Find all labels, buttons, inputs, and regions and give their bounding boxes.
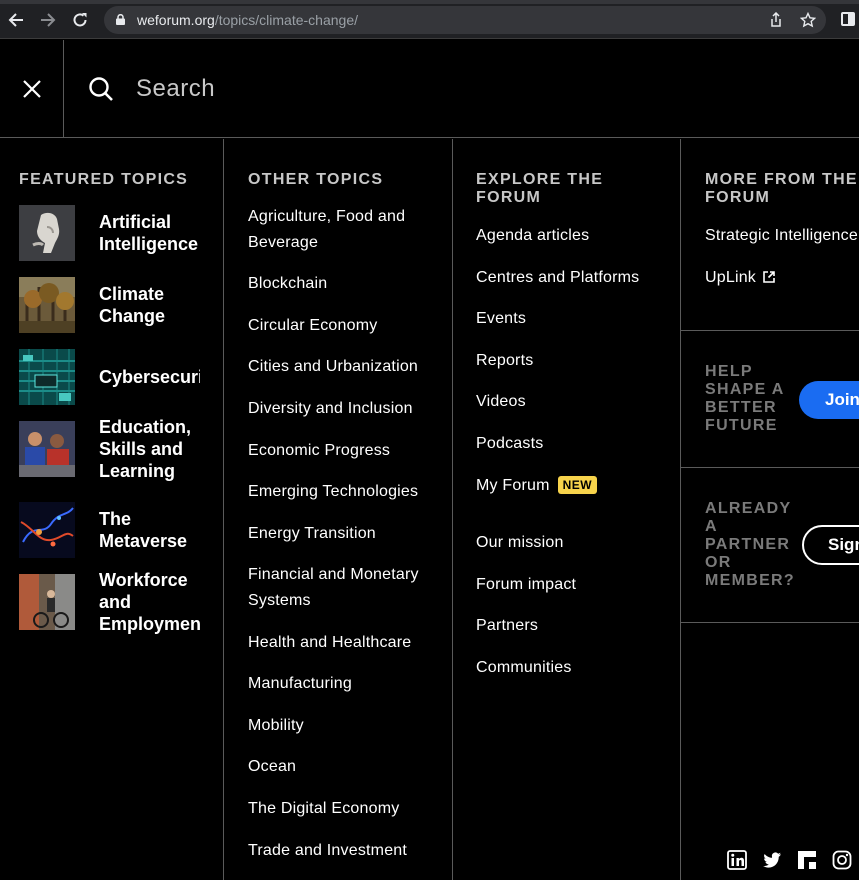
address-bar[interactable]: weforum.org/topics/climate-change/ <box>104 6 826 34</box>
abstract-lights-image <box>19 502 75 558</box>
linkedin-icon[interactable] <box>727 850 747 870</box>
close-icon <box>22 80 41 98</box>
tab-strip-edge <box>0 0 859 4</box>
explore-link[interactable]: Our mission <box>476 533 564 553</box>
featured-item-workforce[interactable]: Workforce and Employment <box>19 570 224 634</box>
explore-link[interactable]: Agenda articles <box>476 226 589 246</box>
uplink-link[interactable]: UpLink <box>705 268 775 288</box>
search-icon <box>89 77 113 101</box>
featured-item-label: Cybersecurity <box>99 367 200 387</box>
topic-link[interactable]: Mobility <box>248 713 448 739</box>
close-button[interactable] <box>0 40 64 138</box>
divider <box>681 330 859 331</box>
url-path: /topics/climate-change/ <box>214 12 358 28</box>
divider <box>681 467 859 468</box>
search-input[interactable] <box>136 70 736 108</box>
partner-heading: Already a partner or member? <box>705 500 795 589</box>
new-badge: NEW <box>557 476 598 494</box>
featured-item-label: The Metaverse <box>99 509 188 551</box>
featured-item-label: Climate Change <box>99 284 166 326</box>
featured-topics-heading: Featured Topics <box>19 171 189 188</box>
side-panel-icon[interactable] <box>841 12 855 26</box>
explore-forum-column: Explore the Forum Agenda articles Centre… <box>453 139 681 880</box>
topic-link[interactable]: The Digital Economy <box>248 796 448 822</box>
browser-toolbar: weforum.org/topics/climate-change/ <box>0 0 859 39</box>
external-link-icon <box>763 271 775 283</box>
topic-link[interactable]: Financial and Monetary Systems <box>248 562 448 614</box>
uplink-label: UpLink <box>705 269 757 286</box>
topic-link[interactable]: Trade and Investment <box>248 838 448 864</box>
topic-link[interactable]: Health and Healthcare <box>248 630 448 656</box>
more-from-forum-column: More from the Forum Strategic Intelligen… <box>681 139 859 880</box>
divider <box>681 622 859 623</box>
bookmark-star-icon[interactable] <box>800 12 816 28</box>
topic-link[interactable]: Circular Economy <box>248 313 448 339</box>
url-text: weforum.org/topics/climate-change/ <box>137 12 358 28</box>
explore-link[interactable]: Forum impact <box>476 575 576 595</box>
other-topics-column: Other Topics Agriculture, Food and Bever… <box>224 139 453 880</box>
featured-item-label: Artificial Intelligence <box>99 212 199 254</box>
robot-hand-image <box>19 205 75 261</box>
featured-item-cybersecurity[interactable]: Cybersecurity <box>19 349 224 405</box>
join-us-button[interactable]: Join us <box>799 381 859 419</box>
other-topics-heading: Other Topics <box>248 171 384 188</box>
strategic-intelligence-link[interactable]: Strategic Intelligence <box>705 226 858 246</box>
topic-link[interactable]: Economic Progress <box>248 438 448 464</box>
students-image <box>19 421 75 477</box>
explore-forum-heading: Explore the Forum <box>476 171 604 206</box>
forest-image <box>19 277 75 333</box>
more-from-forum-heading: More from the Forum <box>705 171 858 206</box>
featured-item-climate[interactable]: Climate Change <box>19 277 224 333</box>
topic-link[interactable]: Energy Transition <box>248 521 448 547</box>
topic-link[interactable]: Diversity and Inclusion <box>248 396 448 422</box>
featured-item-label: Workforce and Employment <box>99 570 200 634</box>
explore-link[interactable]: Videos <box>476 392 526 412</box>
explore-link[interactable]: Reports <box>476 351 533 371</box>
explore-link[interactable]: Podcasts <box>476 434 543 454</box>
featured-topics-column: Featured Topics Artificial Intelligence … <box>0 139 224 880</box>
featured-item-label: Education, Skills and Learning <box>99 417 192 481</box>
explore-link[interactable]: Communities <box>476 658 572 678</box>
my-forum-link[interactable]: My Forum NEW <box>476 476 598 496</box>
circuit-board-image <box>19 349 75 405</box>
explore-link[interactable]: Centres and Platforms <box>476 268 639 288</box>
my-forum-label: My Forum <box>476 477 550 494</box>
forward-arrow-icon[interactable] <box>38 10 58 30</box>
topic-link[interactable]: Blockchain <box>248 271 448 297</box>
cyclist-street-image <box>19 574 75 630</box>
topic-link[interactable]: Manufacturing <box>248 671 448 697</box>
url-domain: weforum.org <box>137 12 215 28</box>
twitter-icon[interactable] <box>762 850 782 870</box>
share-icon[interactable] <box>768 12 784 28</box>
help-shape-heading: Help shape a better future <box>705 363 785 434</box>
featured-item-education[interactable]: Education, Skills and Learning <box>19 417 224 481</box>
topic-link[interactable]: Agriculture, Food and Beverage <box>248 204 448 256</box>
featured-item-metaverse[interactable]: The Metaverse <box>19 502 224 558</box>
explore-link[interactable]: Events <box>476 309 526 329</box>
instagram-icon[interactable] <box>832 850 852 870</box>
lock-icon <box>116 14 125 25</box>
search-overlay-header <box>0 40 859 138</box>
topic-link[interactable]: Emerging Technologies <box>248 479 448 505</box>
sign-in-button[interactable]: Sign in <box>802 525 859 565</box>
explore-link[interactable]: Partners <box>476 616 538 636</box>
topic-link[interactable]: Cities and Urbanization <box>248 354 448 380</box>
topic-link[interactable]: Ocean <box>248 754 448 780</box>
back-arrow-icon[interactable] <box>6 10 26 30</box>
reload-icon[interactable] <box>70 10 90 30</box>
flipboard-icon[interactable] <box>797 850 817 870</box>
featured-item-ai[interactable]: Artificial Intelligence <box>19 205 224 261</box>
